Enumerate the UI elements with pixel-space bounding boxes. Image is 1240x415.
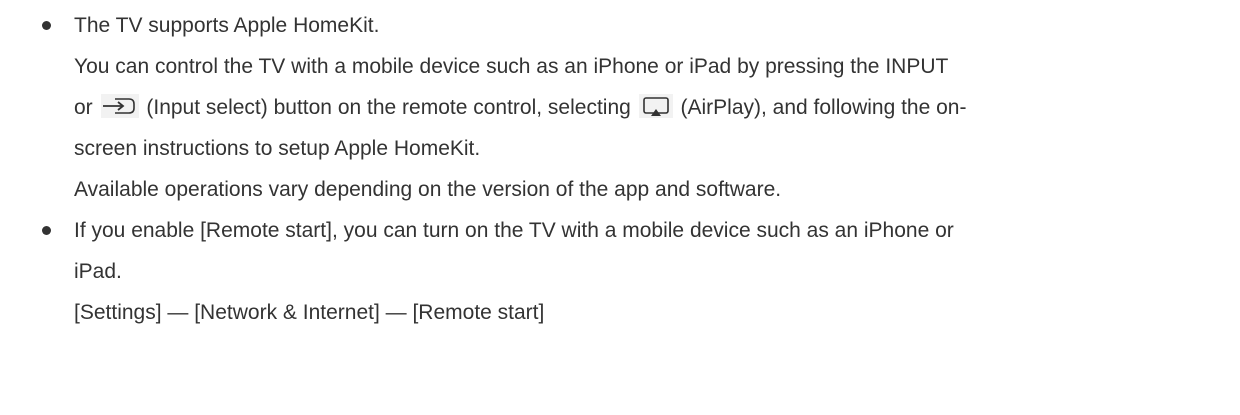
- document-body: The TV supports Apple HomeKit. You can c…: [0, 0, 1240, 333]
- list-item-text: If you enable [Remote start], you can tu…: [74, 219, 954, 242]
- list-item: If you enable [Remote start], you can tu…: [0, 210, 1240, 333]
- list-item: The TV supports Apple HomeKit. You can c…: [0, 5, 1240, 210]
- list-item-text-with-icons: or (Input select) button on the remote c…: [74, 94, 967, 119]
- airplay-icon: [638, 94, 673, 119]
- list-item-text: iPad.: [74, 260, 122, 283]
- list-item-text: The TV supports Apple HomeKit.: [74, 14, 380, 37]
- list-item-text: screen instructions to setup Apple HomeK…: [74, 137, 481, 160]
- list-item-text: Available operations vary depending on t…: [74, 178, 782, 201]
- bullet-icon: [42, 21, 51, 30]
- settings-path: [Settings] — [Network & Internet] — [Rem…: [74, 301, 545, 324]
- input-select-icon: [100, 94, 139, 119]
- bullet-icon: [42, 226, 51, 235]
- list-item-text: You can control the TV with a mobile dev…: [74, 55, 949, 78]
